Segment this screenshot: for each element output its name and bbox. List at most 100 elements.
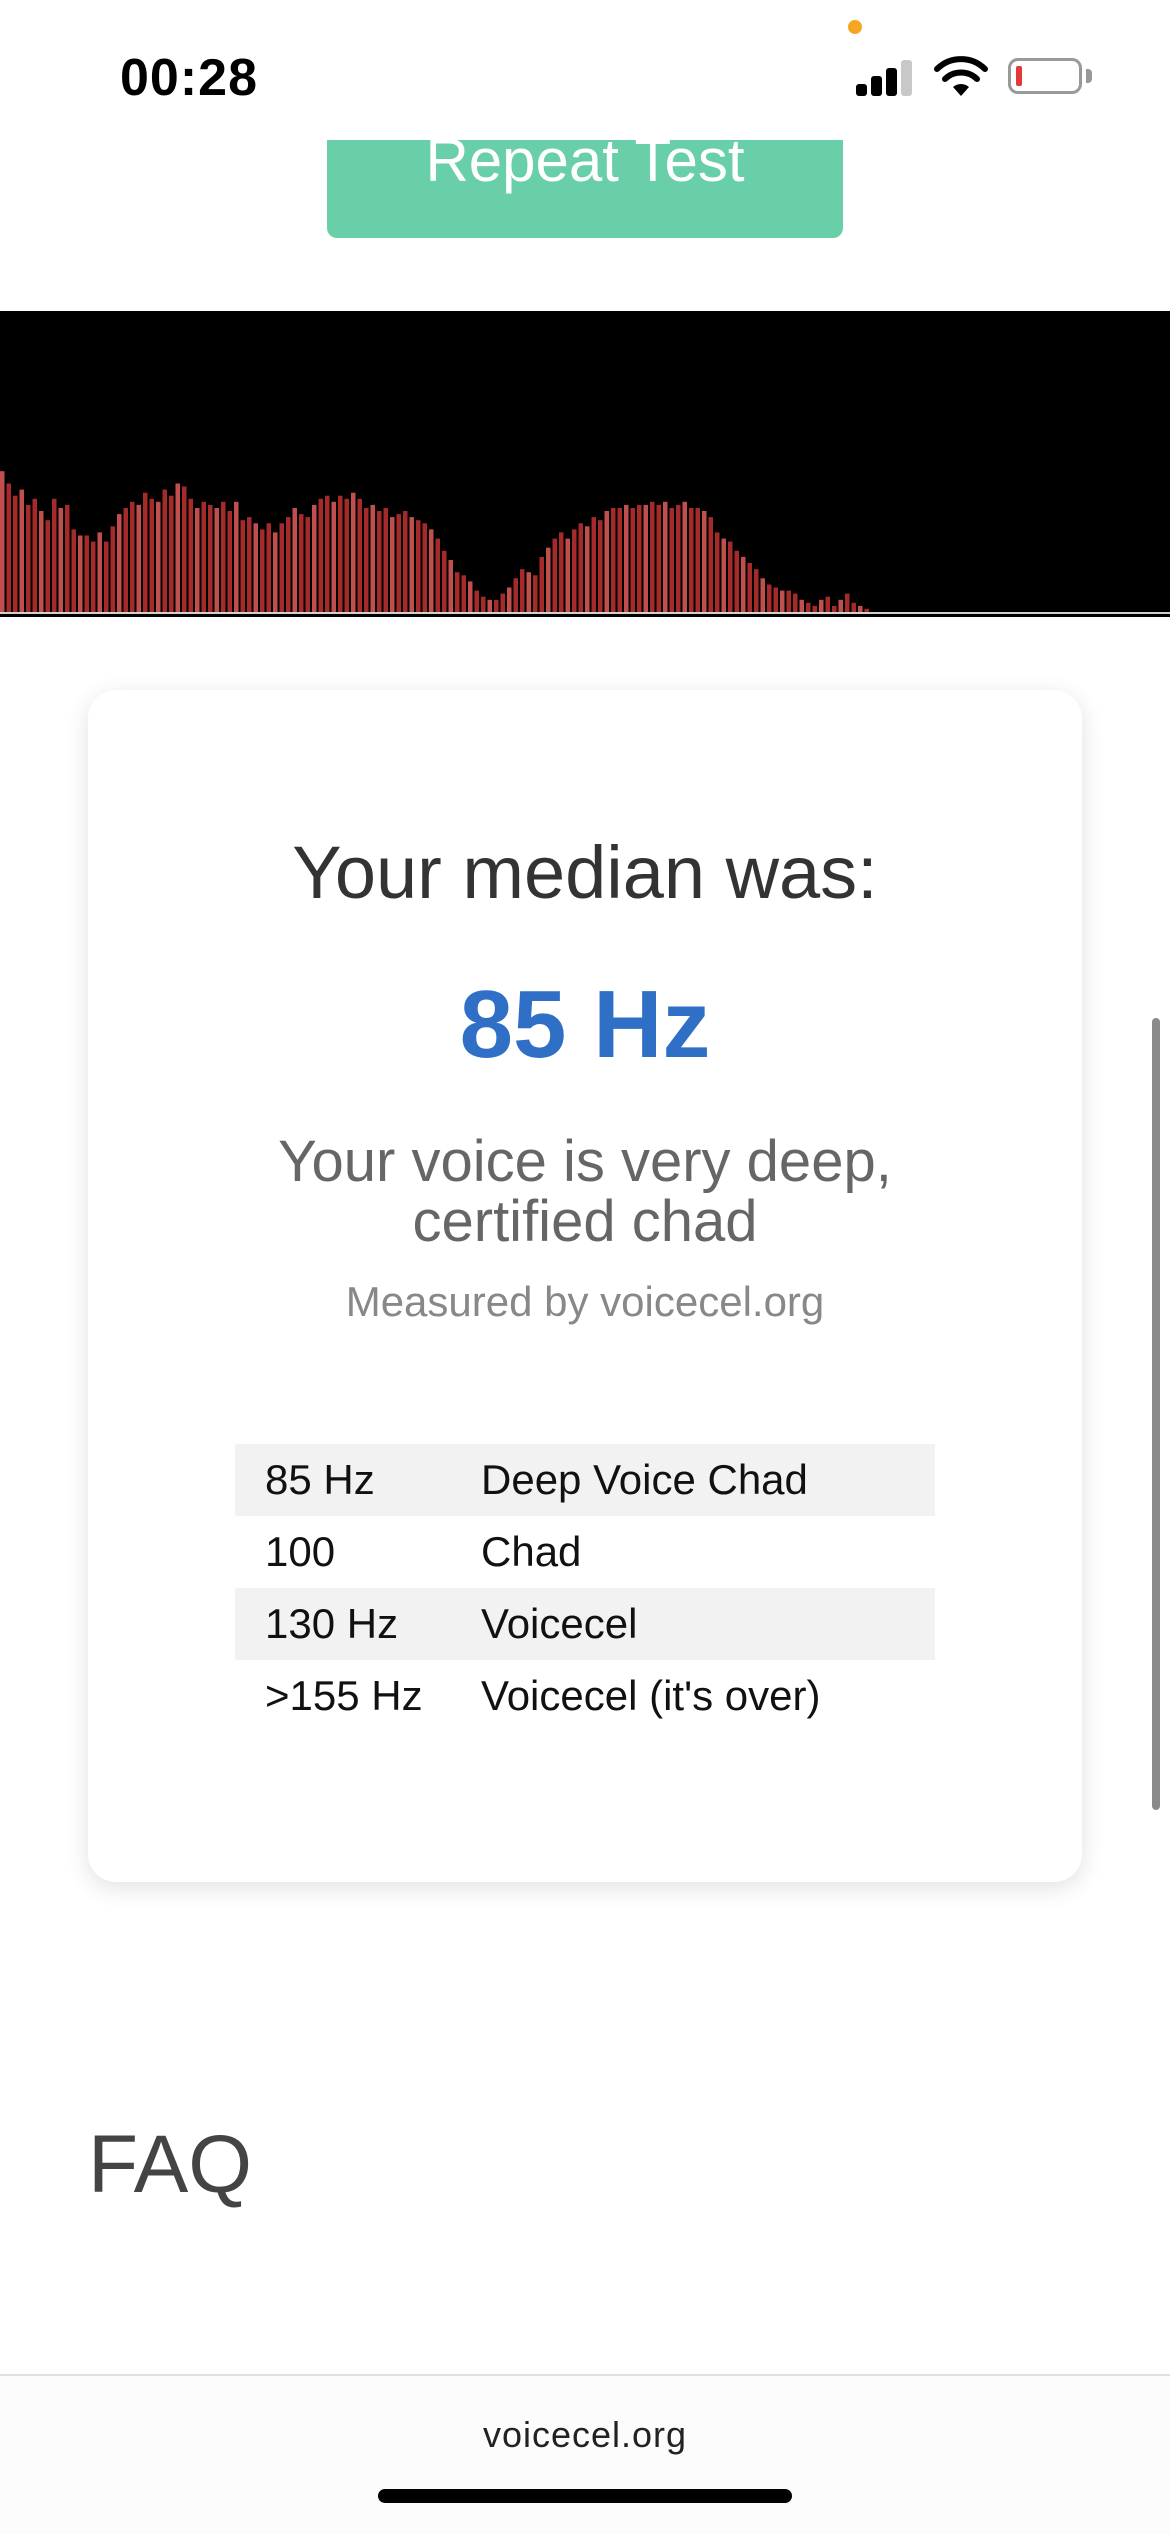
visualizer-bar: [721, 538, 726, 612]
visualizer-bar: [474, 590, 479, 612]
visualizer-bar: [734, 550, 739, 612]
visualizer-bar: [656, 504, 661, 612]
visualizer-bar: [448, 560, 453, 612]
visualizer-bar: [247, 517, 252, 612]
visualizer-bar: [39, 511, 44, 612]
visualizer-bar: [169, 495, 174, 612]
visualizer-bar: [487, 599, 492, 612]
visualizer-bar: [331, 501, 336, 612]
visualizer-bar: [617, 508, 622, 612]
visualizer-bar: [838, 599, 843, 612]
visualizer-bar: [611, 508, 616, 612]
visualizer-bar: [760, 578, 765, 612]
visualizer-bar: [312, 504, 317, 612]
visualizer-bar: [539, 556, 544, 612]
range-label: Chad: [481, 1528, 582, 1575]
visualizer-bar: [78, 535, 83, 612]
cellular-signal-icon: [856, 58, 914, 96]
visualizer-bar: [702, 511, 707, 612]
visualizer-bar: [637, 504, 642, 612]
visualizer-bar: [227, 511, 232, 612]
battery-level: [1016, 66, 1022, 86]
visualizer-bar: [45, 520, 50, 612]
visualizer-bar: [513, 578, 518, 612]
visualizer-bar: [429, 529, 434, 612]
visualizer-bar: [793, 593, 798, 612]
visualizer-bar: [825, 596, 830, 612]
visualizer-bar: [286, 517, 291, 612]
page-scrollbar[interactable]: [1152, 1018, 1160, 1810]
visualizer-bar: [676, 504, 681, 612]
browser-address-bar[interactable]: voicecel.org: [0, 2374, 1170, 2534]
visualizer-bar: [13, 495, 18, 612]
visualizer-bar: [84, 535, 89, 612]
range-label: Voicecel (it's over): [481, 1672, 821, 1719]
visualizer-bar: [409, 517, 414, 612]
visualizer-bar: [663, 501, 668, 612]
home-indicator[interactable]: [378, 2489, 792, 2503]
range-label: Voicecel: [481, 1588, 935, 1660]
visualizer-bar: [747, 563, 752, 612]
visualizer-bar: [344, 498, 349, 612]
visualizer-bar: [162, 489, 167, 612]
visualizer-bar: [273, 532, 278, 612]
visualizer-bar: [669, 508, 674, 612]
visualizer-bar: [396, 514, 401, 612]
visualizer-bar: [143, 492, 148, 612]
visualizer-bar: [214, 508, 219, 612]
visualizer-bar: [780, 590, 785, 612]
visualizer-bar: [351, 492, 356, 612]
visualizer-bar: [149, 498, 154, 612]
table-row: 130 Hz Voicecel: [235, 1588, 935, 1660]
result-card: Your median was: 85 Hz Your voice is ver…: [88, 690, 1082, 1882]
voice-verdict: Your voice is very deep, certified chad: [278, 1129, 892, 1254]
measured-by-credit: Measured by voicecel.org: [345, 1278, 825, 1325]
visualizer-bar: [832, 605, 837, 612]
battery-cap: [1086, 69, 1092, 83]
visualizer-bar: [325, 495, 330, 612]
visualizer-bar: [559, 532, 564, 612]
visualizer-bar: [682, 501, 687, 612]
visualizer-bar: [565, 538, 570, 612]
visualizer-bar: [481, 596, 486, 612]
visualizer-bar: [806, 602, 811, 612]
visualizer-bar: [819, 599, 824, 612]
visualizer-bar: [377, 511, 382, 612]
visualizer-bar: [292, 508, 297, 612]
visualizer-bar: [585, 526, 590, 612]
visualizer-bar: [851, 602, 856, 612]
table-row: 85 Hz Deep Voice Chad: [235, 1444, 935, 1516]
visualizer-baseline: [0, 612, 1170, 614]
visualizer-bar: [845, 593, 850, 612]
visualizer-bar: [858, 605, 863, 612]
visualizer-bar: [864, 608, 869, 612]
visualizer-bar: [572, 529, 577, 612]
visualizer-bar: [533, 575, 538, 612]
visualizer-bar: [695, 508, 700, 612]
visualizer-bar: [494, 599, 499, 612]
visualizer-bar: [390, 517, 395, 612]
median-value: 85 Hz: [459, 971, 711, 1078]
faq-heading: FAQ: [88, 2119, 253, 2210]
visualizer-bar: [799, 599, 804, 612]
visualizer-bar: [500, 593, 505, 612]
visualizer-bar: [110, 526, 115, 612]
visualizer-bar: [201, 501, 206, 612]
url-text[interactable]: voicecel.org: [0, 2414, 1170, 2456]
visualizer-bar: [221, 501, 226, 612]
visualizer-bar: [630, 508, 635, 612]
visualizer-bar: [234, 501, 239, 612]
visualizer-bar: [130, 501, 135, 612]
range-frequency: 130 Hz: [235, 1588, 481, 1660]
visualizer-bar: [650, 501, 655, 612]
frequency-visualizer: [0, 311, 1170, 617]
range-frequency: >155 Hz: [265, 1672, 423, 1719]
visualizer-bar: [578, 523, 583, 612]
visualizer-bar: [104, 541, 109, 612]
visualizer-bar: [455, 572, 460, 612]
status-bar: 00:28: [0, 0, 1170, 140]
visualizer-bar: [403, 511, 408, 612]
visualizer-bar: [728, 541, 733, 612]
battery-low-icon: [1008, 58, 1082, 94]
visualizer-bar: [65, 504, 70, 612]
